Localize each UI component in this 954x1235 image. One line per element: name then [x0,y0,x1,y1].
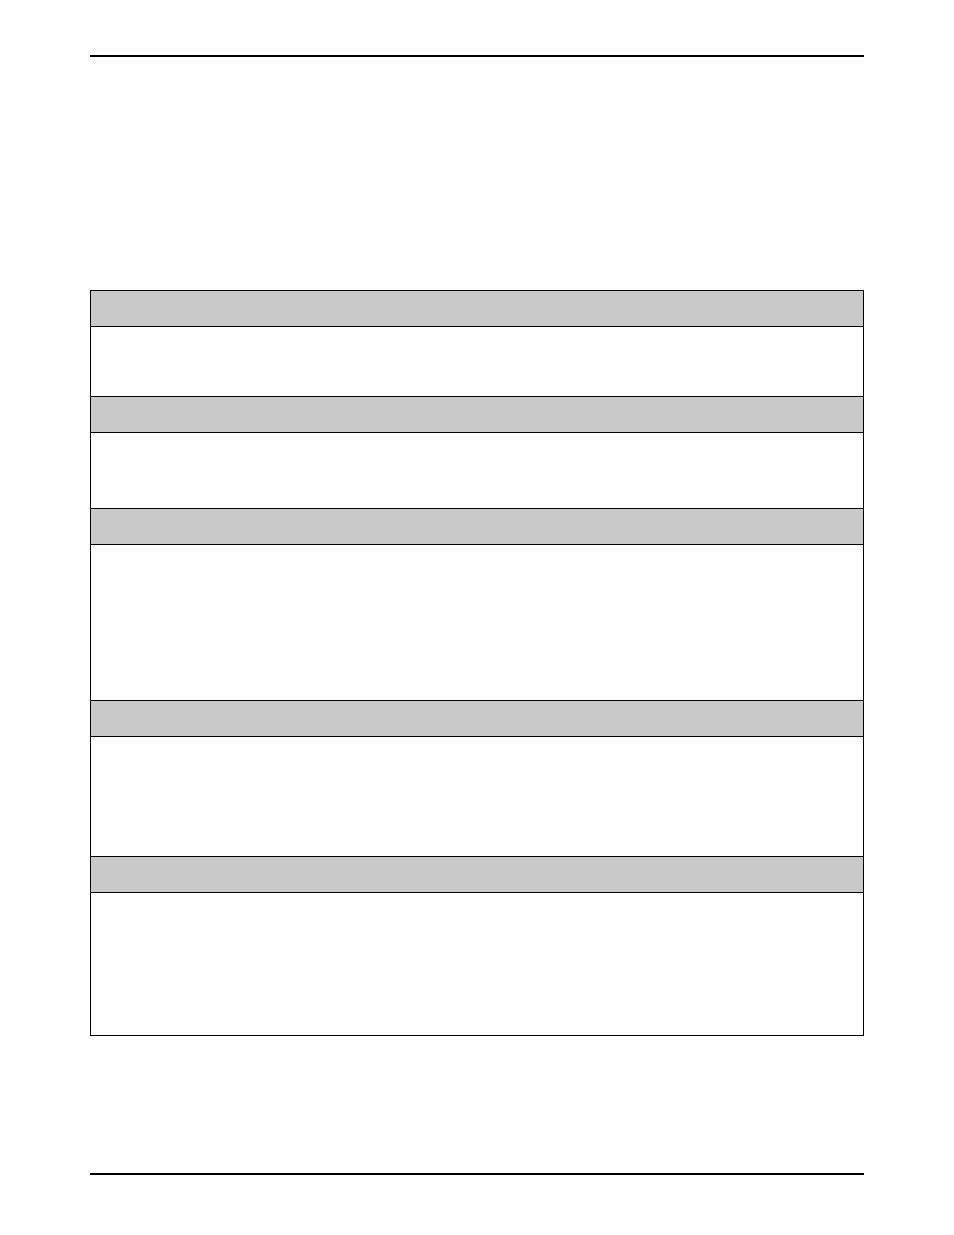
table-row [91,291,863,327]
header-rule [90,55,864,57]
footer-rule [90,1173,864,1175]
table-row [91,327,863,397]
table-row [91,433,863,509]
table-row [91,701,863,737]
content-table [90,290,864,1036]
table-row [91,737,863,857]
table-row [91,545,863,701]
table-row [91,509,863,545]
table-row [91,857,863,893]
document-page [0,0,954,1235]
table-row [91,397,863,433]
table-row [91,893,863,1035]
